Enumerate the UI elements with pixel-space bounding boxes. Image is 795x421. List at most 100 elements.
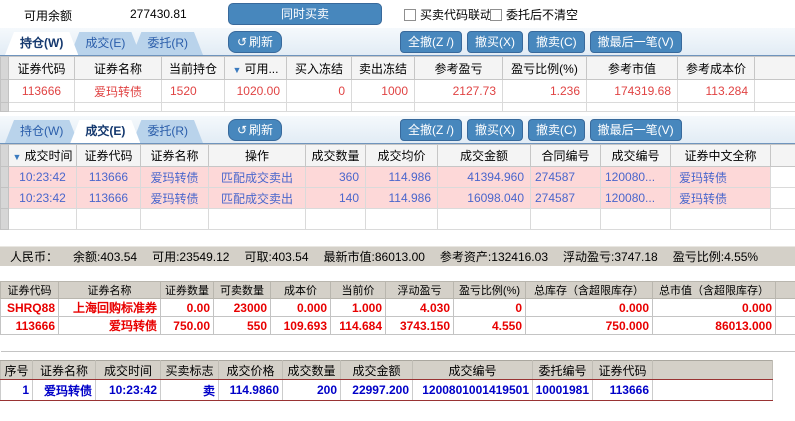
cell-total-value[interactable]: 0.000: [652, 298, 776, 317]
col-current-position[interactable]: 当前持仓: [161, 56, 225, 80]
col-sell-frozen[interactable]: 卖出冻结: [351, 56, 415, 80]
checkbox-code-link[interactable]: 买卖代码联动: [404, 6, 492, 23]
cell-fill-qty[interactable]: 360: [305, 166, 366, 188]
cell-fill-amount[interactable]: 16098.040: [437, 187, 531, 209]
cell-total-inventory[interactable]: 0.000: [525, 298, 653, 317]
cell-fill-amount[interactable]: 41394.960: [437, 166, 531, 188]
checkbox-icon[interactable]: [404, 8, 416, 21]
col-ref-cost[interactable]: 参考成本价: [677, 56, 755, 80]
cell-security-name[interactable]: 爱玛转债: [140, 166, 209, 188]
cell-floating-pnl[interactable]: 4.030: [385, 298, 454, 317]
col-fill-qty[interactable]: 成交数量: [305, 144, 366, 167]
col-security-code[interactable]: 证券代码: [76, 144, 141, 167]
cell-pnl-ratio[interactable]: 1.236: [502, 79, 587, 103]
col-fill-time[interactable]: ▼ 成交时间: [8, 144, 77, 167]
col-fill-amount[interactable]: 成交金额: [437, 144, 531, 167]
cell-contract-no[interactable]: 274587: [530, 187, 601, 209]
cell-security-name[interactable]: 爱玛转债: [58, 316, 161, 335]
tab-fills[interactable]: 成交(E): [70, 120, 140, 143]
cell-fill-time[interactable]: 10:23:42: [8, 166, 77, 188]
cancel-buys-button[interactable]: 撤买(X): [467, 31, 523, 53]
cell-buy-frozen[interactable]: 0: [286, 79, 352, 103]
cell-fill-qty[interactable]: 140: [305, 187, 366, 209]
col-pnl-ratio[interactable]: 盈亏比例(%): [502, 56, 587, 80]
cell-contract-no[interactable]: 274587: [530, 166, 601, 188]
cell-security-code[interactable]: 113666: [8, 79, 75, 103]
col-operation[interactable]: 操作: [208, 144, 306, 167]
cell-pnl-ratio[interactable]: 4.550: [453, 316, 526, 335]
col-full-name[interactable]: 证券中文全称: [670, 144, 771, 167]
cell-sellable-qty[interactable]: 23000: [213, 298, 271, 317]
cell-pnl-ratio[interactable]: 0: [453, 298, 526, 317]
cell-current-price[interactable]: 1.000: [330, 298, 386, 317]
cell-ref-value[interactable]: 174319.68: [586, 79, 678, 103]
simultaneous-trade-button[interactable]: 同时买卖: [228, 3, 382, 25]
cell-full-name[interactable]: 爱玛转债: [670, 166, 771, 188]
cell-total-value[interactable]: 86013.000: [652, 316, 776, 335]
col-fill-avg-price[interactable]: 成交均价: [365, 144, 438, 167]
cell-security-code[interactable]: 113666: [76, 166, 141, 188]
col-security-name[interactable]: 证券名称: [74, 56, 162, 80]
cell-security-code[interactable]: 113666: [0, 316, 59, 335]
cell-fill-avg-price[interactable]: 114.986: [365, 166, 438, 188]
cell-security-code[interactable]: SHRQ88: [0, 298, 59, 317]
checkbox-keep-after-order[interactable]: 委托后不清空: [490, 6, 578, 23]
cell-security-name[interactable]: 爱玛转债: [32, 379, 96, 401]
cell-sellable-qty[interactable]: 550: [213, 316, 271, 335]
cancel-buys-button[interactable]: 撤买(X): [467, 119, 523, 141]
cell-cost-price[interactable]: 0.000: [270, 298, 331, 317]
col-buy-frozen[interactable]: 买入冻结: [286, 56, 352, 80]
cancel-all-button[interactable]: 全撤(Z /): [400, 31, 462, 53]
cell-security-name[interactable]: 爱玛转债: [140, 187, 209, 209]
cell-full-name[interactable]: 爱玛转债: [670, 187, 771, 209]
tab-orders[interactable]: 委托(R): [132, 120, 203, 143]
cell-available[interactable]: 1020.00: [224, 79, 287, 103]
cancel-sells-button[interactable]: 撤卖(C): [528, 119, 585, 141]
refresh-button[interactable]: ↺ 刷新: [228, 119, 282, 141]
cell-seq-no[interactable]: 1: [0, 379, 33, 401]
tab-orders[interactable]: 委托(R): [132, 32, 203, 55]
cancel-last-button[interactable]: 撤最后一笔(V): [589, 31, 682, 53]
col-ref-value[interactable]: 参考市值: [586, 56, 678, 80]
cell-fill-time[interactable]: 10:23:42: [95, 379, 161, 401]
col-available[interactable]: ▼ 可用...: [224, 56, 287, 80]
cell-fill-avg-price[interactable]: 114.986: [365, 187, 438, 209]
checkbox-icon[interactable]: [490, 8, 502, 21]
cancel-sells-button[interactable]: 撤卖(C): [528, 31, 585, 53]
cell-sell-frozen[interactable]: 1000: [351, 79, 415, 103]
col-ref-pnl[interactable]: 参考盈亏: [414, 56, 503, 80]
cell-fill-price[interactable]: 114.9860: [218, 379, 283, 401]
cell-operation[interactable]: 匹配成交卖出: [208, 166, 306, 188]
cell-current-position[interactable]: 1520: [161, 79, 225, 103]
col-security-name[interactable]: 证券名称: [140, 144, 209, 167]
cell-fill-no[interactable]: 120080...: [600, 187, 671, 209]
cell-fill-qty[interactable]: 200: [282, 379, 341, 401]
cell-security-name[interactable]: 爱玛转债: [74, 79, 162, 103]
cell-security-code[interactable]: 113666: [76, 187, 141, 209]
cell-side-flag[interactable]: 卖: [160, 379, 219, 401]
tab-positions[interactable]: 持仓(W): [5, 32, 78, 55]
cell-fill-time[interactable]: 10:23:42: [8, 187, 77, 209]
col-contract-no[interactable]: 合同编号: [530, 144, 601, 167]
col-fill-no[interactable]: 成交编号: [600, 144, 671, 167]
cell-floating-pnl[interactable]: 3743.150: [385, 316, 454, 335]
cancel-last-button[interactable]: 撤最后一笔(V): [589, 119, 682, 141]
tab-positions[interactable]: 持仓(W): [5, 120, 78, 143]
cell-current-price[interactable]: 114.684: [330, 316, 386, 335]
cell-fill-amount[interactable]: 22997.200: [340, 379, 413, 401]
tab-fills[interactable]: 成交(E): [70, 32, 140, 55]
col-security-code[interactable]: 证券代码: [8, 56, 75, 80]
cell-qty[interactable]: 0.00: [160, 298, 214, 317]
cell-cost-price[interactable]: 109.693: [270, 316, 331, 335]
cell-ref-pnl[interactable]: 2127.73: [414, 79, 503, 103]
cell-fill-no[interactable]: 1200801001419501: [412, 379, 533, 401]
cell-ref-cost[interactable]: 113.284: [677, 79, 755, 103]
cell-security-code[interactable]: 113666: [592, 379, 653, 401]
cell-qty[interactable]: 750.00: [160, 316, 214, 335]
cell-order-no[interactable]: 10001981: [532, 379, 593, 401]
cell-operation[interactable]: 匹配成交卖出: [208, 187, 306, 209]
cell-security-name[interactable]: 上海回购标准券: [58, 298, 161, 317]
cell-fill-no[interactable]: 120080...: [600, 166, 671, 188]
cancel-all-button[interactable]: 全撤(Z /): [400, 119, 462, 141]
cell-total-inventory[interactable]: 750.000: [525, 316, 653, 335]
